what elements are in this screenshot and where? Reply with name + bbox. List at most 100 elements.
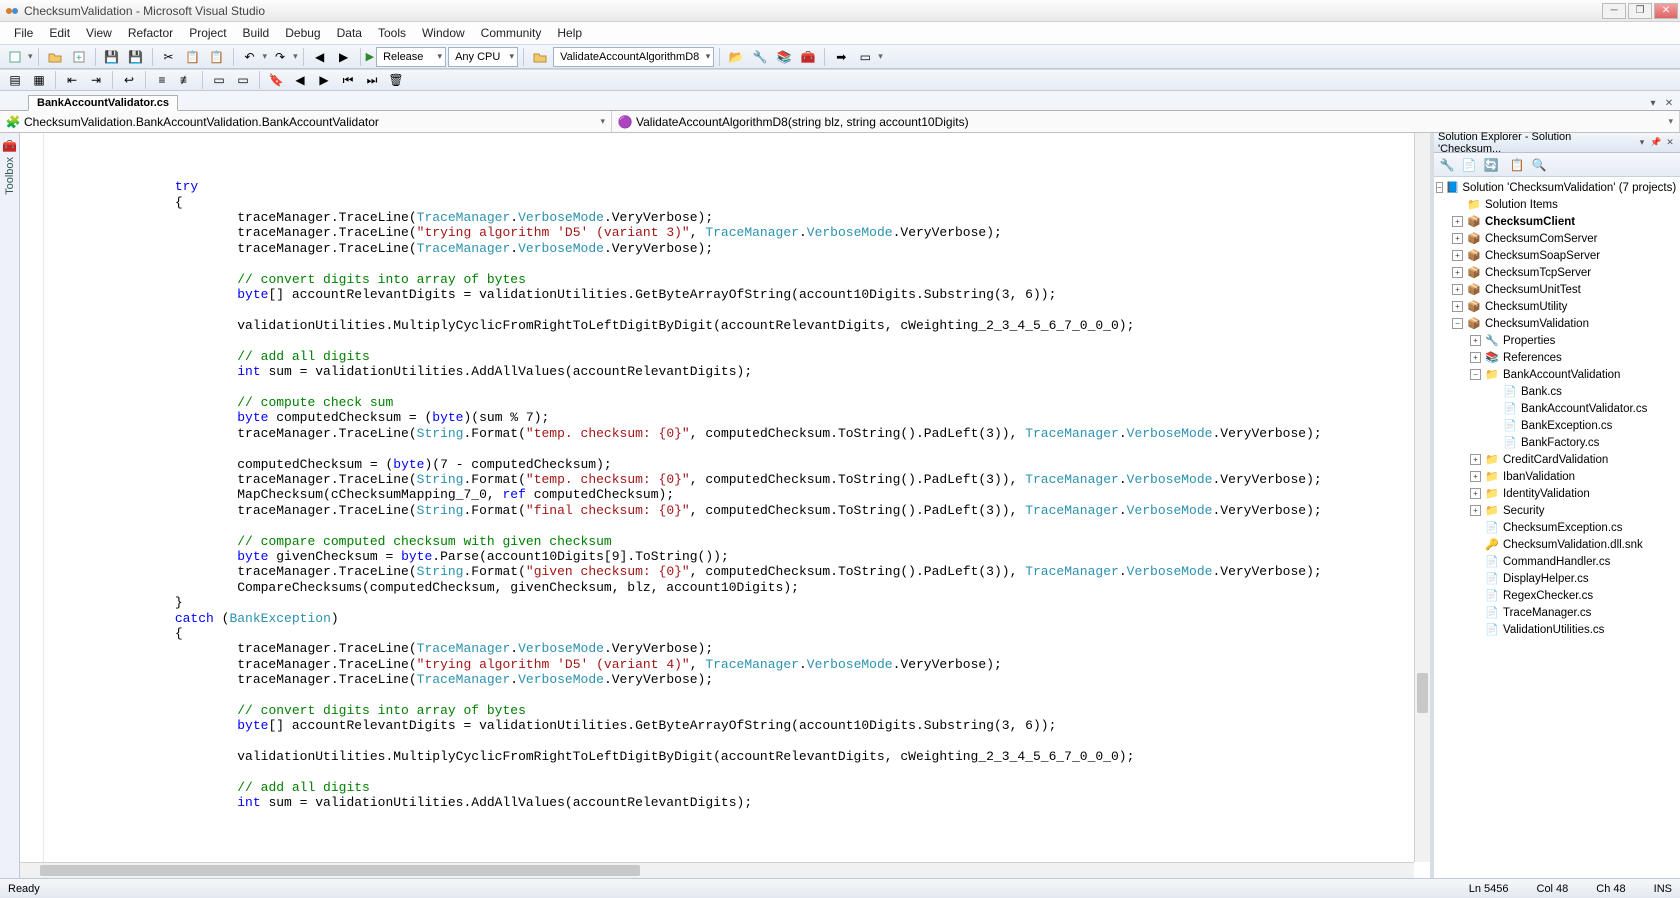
paste-button[interactable]: 📋 <box>206 46 228 68</box>
tree-node[interactable]: 📁Solution Items <box>1434 196 1680 213</box>
expand-icon[interactable]: + <box>1452 267 1463 278</box>
code-line[interactable] <box>50 302 1414 317</box>
code-line[interactable] <box>50 380 1414 395</box>
uncomment-selection-button[interactable]: ▭ <box>232 69 254 91</box>
code-content[interactable]: try { traceManager.TraceLine(TraceManage… <box>20 133 1414 862</box>
tree-node[interactable]: +📁CreditCardValidation <box>1434 451 1680 468</box>
se-show-all-button[interactable]: 📄 <box>1460 156 1478 174</box>
expand-icon[interactable]: − <box>1470 369 1481 380</box>
code-line[interactable]: traceManager.TraceLine(TraceManager.Verb… <box>50 210 1414 225</box>
solution-explorer-button[interactable]: 📂 <box>725 46 747 68</box>
tree-node[interactable]: +📦ChecksumTcpServer <box>1434 264 1680 281</box>
display-quickinfo-button[interactable]: ▦ <box>28 69 50 91</box>
code-line[interactable]: traceManager.TraceLine(TraceManager.Verb… <box>50 641 1414 656</box>
decrease-indent-button[interactable]: ⇤ <box>61 69 83 91</box>
expand-icon[interactable]: + <box>1452 284 1463 295</box>
properties-button[interactable]: 🔧 <box>749 46 771 68</box>
expand-icon[interactable]: + <box>1452 301 1463 312</box>
code-line[interactable]: int sum = validationUtilities.AddAllValu… <box>50 795 1414 810</box>
expand-icon[interactable]: + <box>1452 216 1463 227</box>
comment-button[interactable]: ≡ <box>151 69 173 91</box>
undo-button[interactable]: ↶ <box>239 46 261 68</box>
startup-combo[interactable]: ValidateAccountAlgorithmD8 <box>553 47 714 67</box>
code-line[interactable]: traceManager.TraceLine("trying algorithm… <box>50 657 1414 672</box>
code-line[interactable] <box>50 441 1414 456</box>
command-window-button[interactable]: ▭ <box>854 46 876 68</box>
start-page-button[interactable]: ➡ <box>830 46 852 68</box>
tree-node[interactable]: 📄BankException.cs <box>1434 417 1680 434</box>
tree-node[interactable]: +📁Security <box>1434 502 1680 519</box>
code-line[interactable]: MapChecksum(cChecksumMapping_7_0, ref co… <box>50 487 1414 502</box>
menu-project[interactable]: Project <box>181 24 234 42</box>
expand-icon[interactable]: + <box>1470 454 1481 465</box>
nav-fwd-button[interactable]: ▶ <box>333 46 355 68</box>
tree-node[interactable]: −📁BankAccountValidation <box>1434 366 1680 383</box>
tree-node[interactable]: 📄RegexChecker.cs <box>1434 587 1680 604</box>
code-line[interactable] <box>50 333 1414 348</box>
code-line[interactable] <box>50 734 1414 749</box>
code-line[interactable] <box>50 256 1414 271</box>
uncomment-button[interactable]: ≢ <box>175 69 197 91</box>
tree-node[interactable]: 📄BankAccountValidator.cs <box>1434 400 1680 417</box>
bookmark-button[interactable]: 🔖 <box>265 69 287 91</box>
save-button[interactable]: 💾 <box>101 46 123 68</box>
code-line[interactable]: // compute check sum <box>50 395 1414 410</box>
vscroll-thumb[interactable] <box>1417 673 1428 713</box>
close-button[interactable]: ✕ <box>1654 3 1678 19</box>
tree-node[interactable]: +📦ChecksumSoapServer <box>1434 247 1680 264</box>
tree-node[interactable]: +📚References <box>1434 349 1680 366</box>
tree-node[interactable]: +🔧Properties <box>1434 332 1680 349</box>
tree-node[interactable]: 📄CommandHandler.cs <box>1434 553 1680 570</box>
se-properties-button[interactable]: 🔧 <box>1438 156 1456 174</box>
tree-node[interactable]: 📄DisplayHelper.cs <box>1434 570 1680 587</box>
display-member-button[interactable]: ▤ <box>4 69 26 91</box>
solution-root-node[interactable]: − 📘 Solution 'ChecksumValidation' (7 pro… <box>1434 179 1680 196</box>
file-tab-active[interactable]: BankAccountValidator.cs <box>28 95 178 111</box>
menu-help[interactable]: Help <box>549 24 590 42</box>
menu-view[interactable]: View <box>78 24 120 42</box>
tree-node[interactable]: 📄ChecksumException.cs <box>1434 519 1680 536</box>
expand-icon[interactable]: − <box>1452 318 1463 329</box>
expand-icon[interactable]: + <box>1470 505 1481 516</box>
expand-icon[interactable]: + <box>1470 488 1481 499</box>
toolbox-pane-collapsed[interactable]: 🧰 Toolbox <box>0 133 20 878</box>
new-project-button[interactable] <box>4 46 26 68</box>
tree-node[interactable]: 📄Bank.cs <box>1434 383 1680 400</box>
member-selector[interactable]: 🟣 ValidateAccountAlgorithmD8(string blz,… <box>612 111 1680 132</box>
code-line[interactable]: // add all digits <box>50 349 1414 364</box>
code-line[interactable]: } <box>50 595 1414 610</box>
find-in-files-button[interactable] <box>529 46 551 68</box>
add-item-button[interactable]: + <box>68 46 90 68</box>
tree-node[interactable]: +📦ChecksumComServer <box>1434 230 1680 247</box>
tree-node[interactable]: +📦ChecksumUtility <box>1434 298 1680 315</box>
save-all-button[interactable]: 💾 <box>125 46 147 68</box>
menu-window[interactable]: Window <box>414 24 473 42</box>
menu-refactor[interactable]: Refactor <box>120 24 181 42</box>
code-line[interactable]: traceManager.TraceLine(String.Format("fi… <box>50 503 1414 518</box>
vertical-scrollbar[interactable] <box>1414 133 1430 862</box>
tree-node[interactable]: +📁IbanValidation <box>1434 468 1680 485</box>
maximize-button[interactable]: ❐ <box>1628 3 1652 19</box>
solution-tree[interactable]: − 📘 Solution 'ChecksumValidation' (7 pro… <box>1434 177 1680 878</box>
code-line[interactable]: try <box>50 179 1414 194</box>
minimize-button[interactable]: ─ <box>1602 3 1626 19</box>
expand-icon[interactable]: + <box>1470 352 1481 363</box>
code-line[interactable]: byte[] accountRelevantDigits = validatio… <box>50 287 1414 302</box>
expand-icon[interactable]: − <box>1436 182 1443 193</box>
tree-node[interactable]: 📄TraceManager.cs <box>1434 604 1680 621</box>
expand-icon[interactable]: + <box>1452 233 1463 244</box>
word-wrap-button[interactable]: ↩ <box>118 69 140 91</box>
tab-close-icon[interactable]: ✕ <box>1662 96 1676 110</box>
code-line[interactable]: // convert digits into array of bytes <box>50 272 1414 287</box>
code-line[interactable] <box>50 688 1414 703</box>
code-line[interactable]: traceManager.TraceLine(String.Format("te… <box>50 472 1414 487</box>
code-line[interactable]: byte givenChecksum = byte.Parse(account1… <box>50 549 1414 564</box>
menu-debug[interactable]: Debug <box>277 24 328 42</box>
nav-back-button[interactable]: ◀ <box>309 46 331 68</box>
code-line[interactable]: traceManager.TraceLine(String.Format("gi… <box>50 564 1414 579</box>
menu-tools[interactable]: Tools <box>370 24 414 42</box>
code-line[interactable]: int sum = validationUtilities.AddAllValu… <box>50 364 1414 379</box>
code-line[interactable]: traceManager.TraceLine(TraceManager.Verb… <box>50 672 1414 687</box>
comment-selection-button[interactable]: ▭ <box>208 69 230 91</box>
code-line[interactable]: // convert digits into array of bytes <box>50 703 1414 718</box>
